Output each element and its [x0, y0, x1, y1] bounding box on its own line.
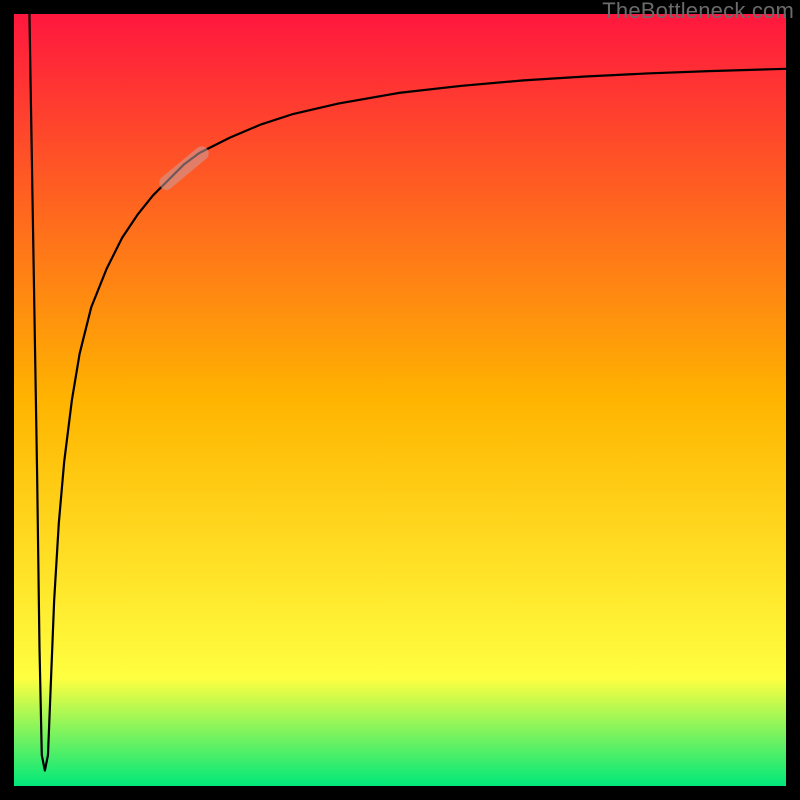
watermark-text: TheBottleneck.com	[602, 0, 794, 24]
gradient-bg	[14, 14, 786, 786]
chart-container: TheBottleneck.com	[0, 0, 800, 800]
chart-svg	[14, 14, 786, 786]
plot-area	[14, 14, 786, 786]
